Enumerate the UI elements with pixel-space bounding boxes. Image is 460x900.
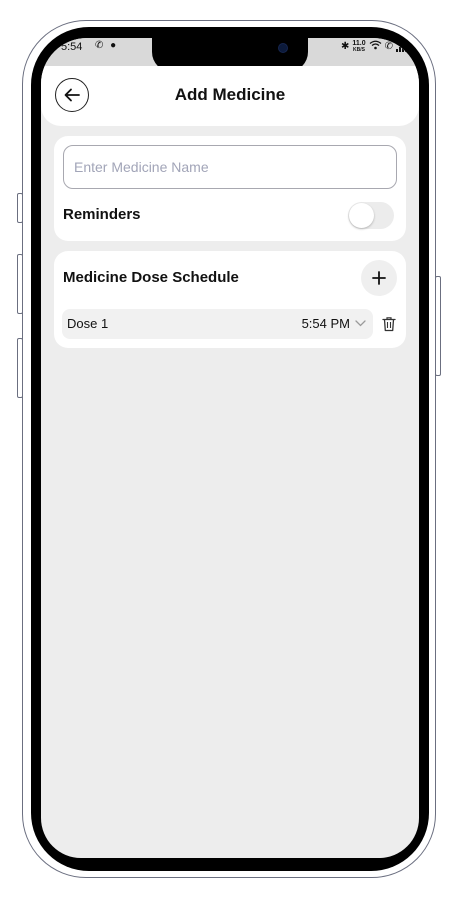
chevron-down-icon [355, 320, 366, 327]
network-speed-value: 11.0 [352, 39, 366, 47]
status-right-icons: ✱ 11.0 KB/S ✆ [341, 40, 415, 53]
app-header: Add Medicine [41, 66, 419, 126]
page-title: Add Medicine [174, 85, 286, 104]
missed-call-icon: ✆ [95, 40, 106, 51]
trash-icon [382, 317, 396, 332]
battery-icon [410, 41, 415, 52]
bluetooth-icon: ✱ [340, 41, 350, 52]
add-dose-button[interactable] [361, 260, 397, 296]
call-signal-icon: ✆ [384, 41, 393, 52]
dose-time-select[interactable]: 5:54 PM [302, 316, 366, 331]
reminders-label: Reminders [63, 206, 141, 223]
plus-icon [372, 271, 386, 285]
whatsapp-icon: ● [110, 40, 119, 51]
dose-time-value: 5:54 PM [301, 316, 350, 331]
device-mockup: 5:54 ✆ ● ✱ 11.0 KB/S ✆ Add Medicine Ente… [0, 0, 460, 900]
dose-label: Dose 1 [67, 316, 109, 331]
medicine-name-input[interactable] [63, 145, 397, 189]
dose-schedule-card: Medicine Dose Schedule Dose 1 5:54 PM [54, 251, 406, 348]
notification-icons: ✆ ● [95, 40, 118, 51]
app-screen: 5:54 ✆ ● ✱ 11.0 KB/S ✆ Add Medicine Ente… [41, 38, 419, 858]
signal-bars-icon [396, 41, 407, 52]
front-camera [279, 44, 287, 52]
network-speed-unit: KB/S [353, 46, 365, 53]
network-speed: 11.0 KB/S [352, 39, 366, 53]
status-time: 5:54 [61, 41, 83, 53]
schedule-title: Medicine Dose Schedule [63, 269, 239, 286]
wifi-icon [369, 40, 382, 53]
toggle-knob [349, 203, 374, 228]
medicine-details-card: Reminders [54, 136, 406, 241]
delete-dose-button[interactable] [382, 316, 398, 334]
reminders-toggle[interactable] [348, 202, 394, 229]
dose-row: Dose 1 5:54 PM [62, 309, 373, 339]
